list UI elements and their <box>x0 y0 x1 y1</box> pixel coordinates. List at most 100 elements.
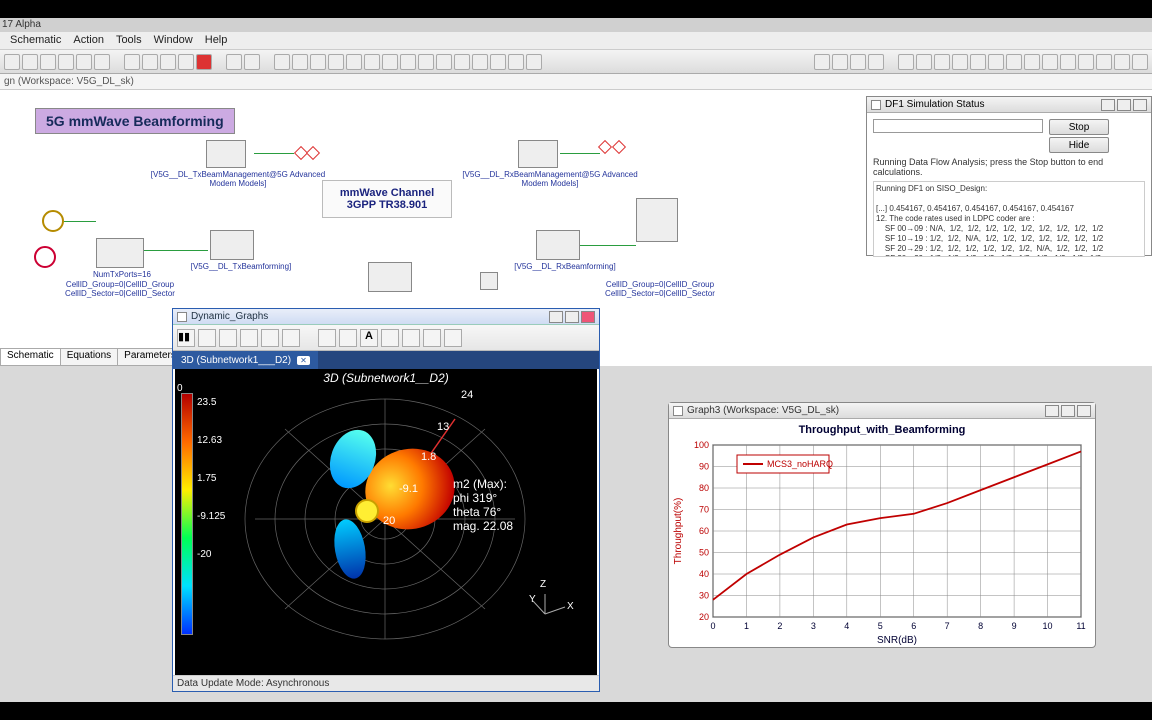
toolbar-icon[interactable] <box>814 54 830 70</box>
toolbar-icon[interactable] <box>934 54 950 70</box>
menu-window[interactable]: Window <box>150 34 197 47</box>
toolbar-icon[interactable] <box>526 54 542 70</box>
toolbar-icon[interactable] <box>490 54 506 70</box>
toolbar-icon[interactable] <box>142 54 158 70</box>
diamond-node[interactable] <box>612 140 626 154</box>
toolbar-icon[interactable] <box>339 329 357 347</box>
toolbar-icon[interactable] <box>310 54 326 70</box>
toolbar-icon[interactable] <box>1060 54 1076 70</box>
toolbar-icon[interactable] <box>364 54 380 70</box>
toolbar-icon[interactable] <box>381 329 399 347</box>
window-titlebar[interactable]: Dynamic_Graphs <box>173 309 599 325</box>
maximize-button[interactable] <box>565 311 579 323</box>
tab-equations[interactable]: Equations <box>60 348 118 366</box>
menu-tools[interactable]: Tools <box>112 34 146 47</box>
toolbar-icon[interactable] <box>508 54 524 70</box>
maximize-button[interactable] <box>1117 99 1131 111</box>
menu-schematic[interactable]: Schematic <box>6 34 65 47</box>
menu-help[interactable]: Help <box>201 34 232 47</box>
toolbar-icon[interactable] <box>244 54 260 70</box>
df1-status-window[interactable]: DF1 Simulation Status Stop Hide Running … <box>866 96 1152 256</box>
dynamic-graphs-window[interactable]: Dynamic_Graphs ▮▮ A <box>172 308 600 692</box>
toolbar-icon[interactable] <box>328 54 344 70</box>
schematic-block[interactable] <box>368 262 412 292</box>
hide-button[interactable]: Hide <box>1049 137 1109 153</box>
toolbar-icon[interactable] <box>346 54 362 70</box>
toolbar-icon[interactable] <box>160 54 176 70</box>
source-node[interactable] <box>42 210 64 232</box>
schematic-block[interactable] <box>206 140 246 168</box>
text-icon[interactable]: A <box>360 329 378 347</box>
toolbar-icon[interactable] <box>444 329 462 347</box>
toolbar-icon[interactable] <box>1132 54 1148 70</box>
close-button[interactable] <box>581 311 595 323</box>
toolbar-icon[interactable] <box>40 54 56 70</box>
toolbar-icon[interactable] <box>1114 54 1130 70</box>
toolbar-icon[interactable] <box>382 54 398 70</box>
toolbar-icon[interactable] <box>423 329 441 347</box>
throughput-chart[interactable]: Throughput_with_Beamforming0123456789101… <box>669 419 1095 647</box>
toolbar-icon[interactable] <box>219 329 237 347</box>
toolbar-icon[interactable] <box>454 54 470 70</box>
cursor-icon[interactable] <box>318 329 336 347</box>
toolbar-icon[interactable] <box>198 329 216 347</box>
log-text[interactable]: Running DF1 on SISO_Design: [...] 0.4541… <box>873 181 1145 257</box>
toolbar-icon[interactable] <box>1024 54 1040 70</box>
tab-close-icon[interactable]: ✕ <box>297 356 310 365</box>
toolbar-icon[interactable] <box>916 54 932 70</box>
toolbar-icon[interactable] <box>850 54 866 70</box>
toolbar-icon[interactable] <box>832 54 848 70</box>
toolbar-icon[interactable] <box>1096 54 1112 70</box>
toolbar-icon[interactable] <box>1042 54 1058 70</box>
toolbar-icon[interactable] <box>1006 54 1022 70</box>
toolbar-icon[interactable] <box>282 329 300 347</box>
toolbar-icon[interactable] <box>58 54 74 70</box>
toolbar-icon[interactable] <box>400 54 416 70</box>
toolbar-icon[interactable] <box>292 54 308 70</box>
print-icon[interactable] <box>261 329 279 347</box>
radiation-pattern-plot[interactable]: 3D (Subnetwork1__D2) 0 23.5 12.63 1.75 -… <box>175 369 597 675</box>
schematic-block[interactable] <box>480 272 498 290</box>
toolbar-icon[interactable] <box>970 54 986 70</box>
diamond-node[interactable] <box>306 146 320 160</box>
window-titlebar[interactable]: DF1 Simulation Status <box>867 97 1151 113</box>
toolbar-icon[interactable] <box>240 329 258 347</box>
minimize-button[interactable] <box>1045 405 1059 417</box>
minimize-button[interactable] <box>1101 99 1115 111</box>
toolbar-icon[interactable] <box>22 54 38 70</box>
toolbar-icon[interactable] <box>226 54 242 70</box>
toolbar-icon[interactable] <box>868 54 884 70</box>
schematic-block[interactable] <box>518 140 558 168</box>
stop-button[interactable]: Stop <box>1049 119 1109 135</box>
window-titlebar[interactable]: Graph3 (Workspace: V5G_DL_sk) <box>669 403 1095 419</box>
schematic-canvas[interactable]: 5G mmWave Beamforming NumTxPorts=16 Cell… <box>0 90 1152 702</box>
toolbar-icon[interactable] <box>898 54 914 70</box>
close-button[interactable] <box>1077 405 1091 417</box>
toolbar-icon[interactable] <box>952 54 968 70</box>
toolbar-icon[interactable] <box>1078 54 1094 70</box>
toolbar-icon[interactable] <box>402 329 420 347</box>
graph3-window[interactable]: Graph3 (Workspace: V5G_DL_sk) Throughput… <box>668 402 1096 648</box>
close-button[interactable] <box>1133 99 1147 111</box>
graph-tab[interactable]: 3D (Subnetwork1___D2) ✕ <box>173 351 318 369</box>
schematic-block[interactable] <box>536 230 580 260</box>
toolbar-icon[interactable] <box>472 54 488 70</box>
diamond-node[interactable] <box>598 140 612 154</box>
toolbar-icon[interactable] <box>124 54 140 70</box>
toolbar-icon[interactable] <box>196 54 212 70</box>
toolbar-icon[interactable] <box>94 54 110 70</box>
toolbar-icon[interactable] <box>4 54 20 70</box>
schematic-block[interactable] <box>636 198 678 242</box>
tab-schematic[interactable]: Schematic <box>0 348 61 366</box>
toolbar-icon[interactable] <box>418 54 434 70</box>
schematic-block[interactable] <box>210 230 254 260</box>
toolbar-icon[interactable] <box>988 54 1004 70</box>
toolbar-icon[interactable] <box>274 54 290 70</box>
minimize-button[interactable] <box>549 311 563 323</box>
source-node[interactable] <box>34 246 56 268</box>
pause-icon[interactable]: ▮▮ <box>177 329 195 347</box>
toolbar-icon[interactable] <box>76 54 92 70</box>
schematic-block[interactable] <box>96 238 144 268</box>
menu-action[interactable]: Action <box>69 34 108 47</box>
toolbar-icon[interactable] <box>178 54 194 70</box>
